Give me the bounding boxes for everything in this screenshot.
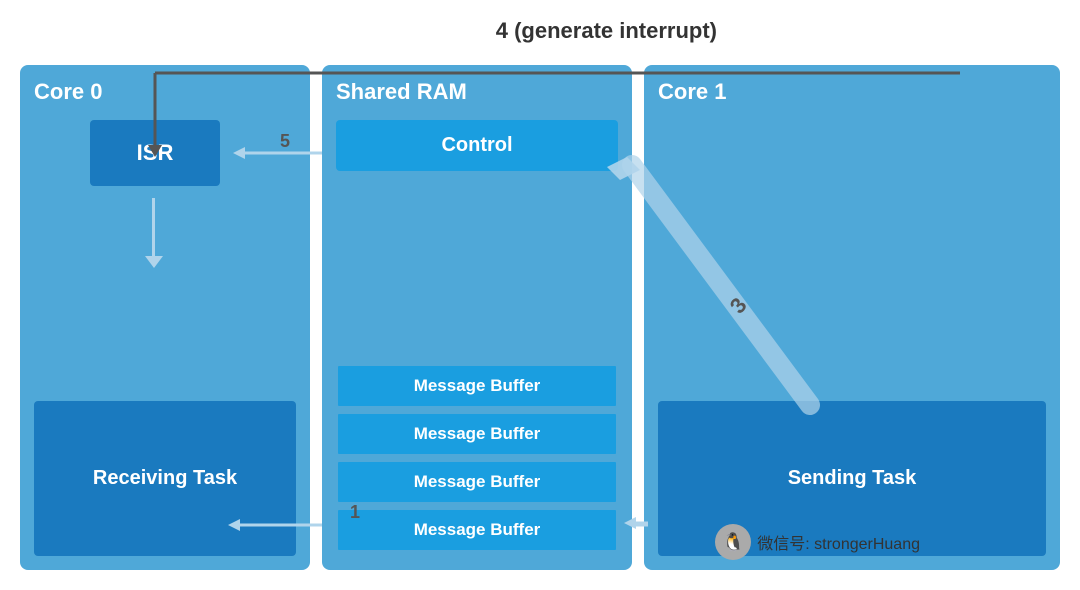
core1-title: Core 1	[658, 79, 1046, 105]
top-arrow-label: 4 (generate interrupt)	[496, 18, 717, 44]
core0-title: Core 0	[34, 79, 296, 105]
receiving-task-label: Receiving Task	[93, 467, 237, 490]
message-buffer-3: Message Buffer	[336, 460, 618, 504]
watermark: 🐧 微信号: strongerHuang	[715, 524, 920, 560]
message-buffer-2: Message Buffer	[336, 412, 618, 456]
shared-ram-title: Shared RAM	[336, 79, 618, 105]
panel-core1: Core 1 Sending Task	[644, 65, 1060, 570]
watermark-icon: 🐧	[715, 524, 751, 560]
receiving-task-box: Receiving Task	[34, 401, 296, 556]
message-buffer-1: Message Buffer	[336, 364, 618, 408]
message-buffers: Message Buffer Message Buffer Message Bu…	[336, 364, 618, 556]
watermark-text: 微信号: strongerHuang	[757, 530, 920, 554]
isr-to-receiving-arrow	[152, 198, 155, 258]
sending-task-label: Sending Task	[788, 467, 917, 490]
isr-box: ISR	[90, 120, 220, 186]
message-buffer-4: Message Buffer	[336, 508, 618, 552]
panel-shared-ram: Shared RAM Control Message Buffer Messag…	[322, 65, 632, 570]
panel-core0: Core 0 ISR Receiving Task	[20, 65, 310, 570]
panels-row: Core 0 ISR Receiving Task Shared RAM Con…	[20, 65, 1060, 570]
diagram-container: 4 (generate interrupt) Core 0 ISR Receiv…	[0, 0, 1080, 590]
control-box: Control	[336, 120, 618, 171]
